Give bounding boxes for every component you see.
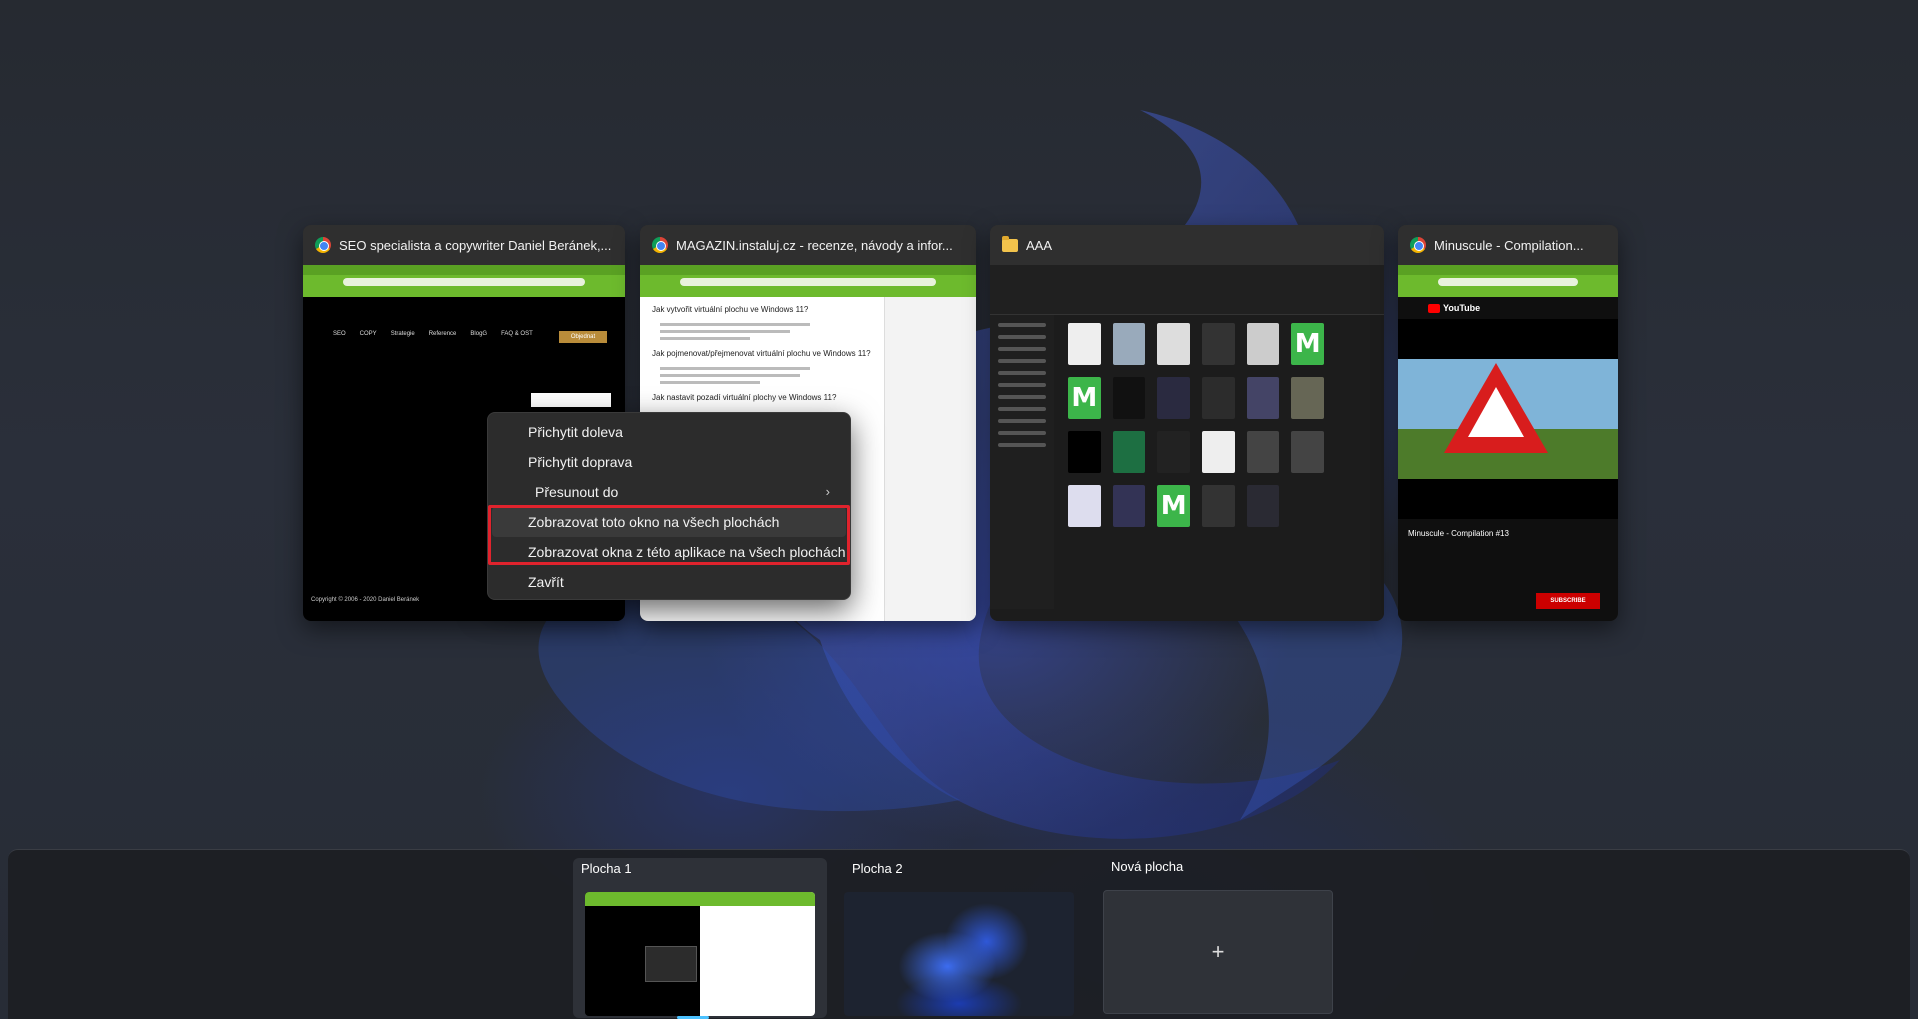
window-preview: YouTube Minuscule - Compilation #13 SUBS… [1398, 265, 1618, 621]
explorer-content: M M M [990, 265, 1384, 621]
window-title: Minuscule - Compilation... [1434, 237, 1584, 253]
m-logo-icon: M [1157, 485, 1190, 527]
window-thumbnail-youtube[interactable]: Minuscule - Compilation... YouTube Minus… [1398, 225, 1618, 621]
window-thumbnail-explorer[interactable]: AAA M M M [990, 225, 1384, 621]
explorer-toolbar [990, 265, 1384, 315]
order-button: Objednat [559, 331, 607, 343]
site-menu: SEO COPY Strategie Reference BlogG FAQ &… [333, 331, 533, 337]
folder-icon [1002, 235, 1018, 252]
window-title: AAA [1026, 237, 1053, 253]
browser-toolbar [303, 265, 625, 297]
youtube-page: YouTube Minuscule - Compilation #13 SUBS… [1398, 297, 1618, 621]
youtube-logo: YouTube [1428, 303, 1480, 313]
m-logo-icon: M [1291, 323, 1324, 365]
window-header: MAGAZIN.instaluj.cz - recenze, návody a … [640, 225, 976, 265]
new-desktop-label: Nová plocha [1111, 859, 1184, 874]
file-grid: M M M [1068, 323, 1324, 527]
window-header: Minuscule - Compilation... [1398, 225, 1618, 265]
article-heading: Jak nastavit pozadí virtuální plochy ve … [652, 393, 837, 402]
chrome-icon [1410, 237, 1426, 253]
menu-item-show-window-all-desktops[interactable]: Zobrazovat toto okno na všech plochách [492, 507, 846, 537]
menu-item-close[interactable]: Zavřít [492, 567, 846, 597]
browser-toolbar [640, 265, 976, 297]
video-title: Minuscule - Compilation #13 [1408, 529, 1509, 538]
menu-item-move-to[interactable]: Přesunout do › [492, 477, 846, 507]
window-title: SEO specialista a copywriter Daniel Berá… [339, 237, 612, 253]
window-preview: M M M [990, 265, 1384, 621]
desktop-label: Plocha 1 [581, 861, 632, 876]
desktop-label: Plocha 2 [852, 861, 903, 876]
chrome-icon [315, 237, 331, 253]
new-desktop-button[interactable]: + [1103, 890, 1333, 1014]
article-heading: Jak pojmenovat/přejmenovat virtuální plo… [652, 349, 871, 358]
window-header: AAA [990, 225, 1384, 265]
youtube-play-icon [1428, 303, 1440, 313]
m-logo-icon: M [1068, 377, 1101, 419]
subscribe-button: SUBSCRIBE [1536, 593, 1600, 609]
desktop-thumbnail [844, 892, 1074, 1016]
window-title: MAGAZIN.instaluj.cz - recenze, návody a … [676, 237, 953, 253]
site-search [531, 393, 611, 407]
chrome-icon [652, 237, 668, 253]
browser-toolbar [1398, 265, 1618, 297]
desktop-1[interactable]: Plocha 1 [573, 858, 827, 1019]
page-sidebar [884, 297, 976, 621]
plus-icon: + [1211, 939, 1225, 964]
chevron-right-icon: › [825, 484, 830, 499]
desktop-thumbnail [585, 892, 815, 1016]
desktop-2[interactable]: Plocha 2 [844, 858, 1074, 1018]
new-desktop[interactable]: Nová plocha + [1103, 856, 1333, 1016]
virtual-desktops-bar: Plocha 1 Plocha 2 Nová plocha + [8, 849, 1910, 1019]
explorer-nav-pane [990, 315, 1054, 609]
menu-item-show-app-all-desktops[interactable]: Zobrazovat okna z této aplikace na všech… [492, 537, 846, 567]
menu-item-snap-right[interactable]: Přichytit doprava [492, 447, 846, 477]
window-context-menu: Přichytit doleva Přichytit doprava Přesu… [487, 412, 851, 600]
window-header: SEO specialista a copywriter Daniel Berá… [303, 225, 625, 265]
menu-item-snap-left[interactable]: Přichytit doleva [492, 417, 846, 447]
article-heading: Jak vytvořit virtuální plochu ve Windows… [652, 305, 809, 314]
site-footer: Copyright © 2006 - 2020 Daniel Beránek [311, 597, 420, 603]
